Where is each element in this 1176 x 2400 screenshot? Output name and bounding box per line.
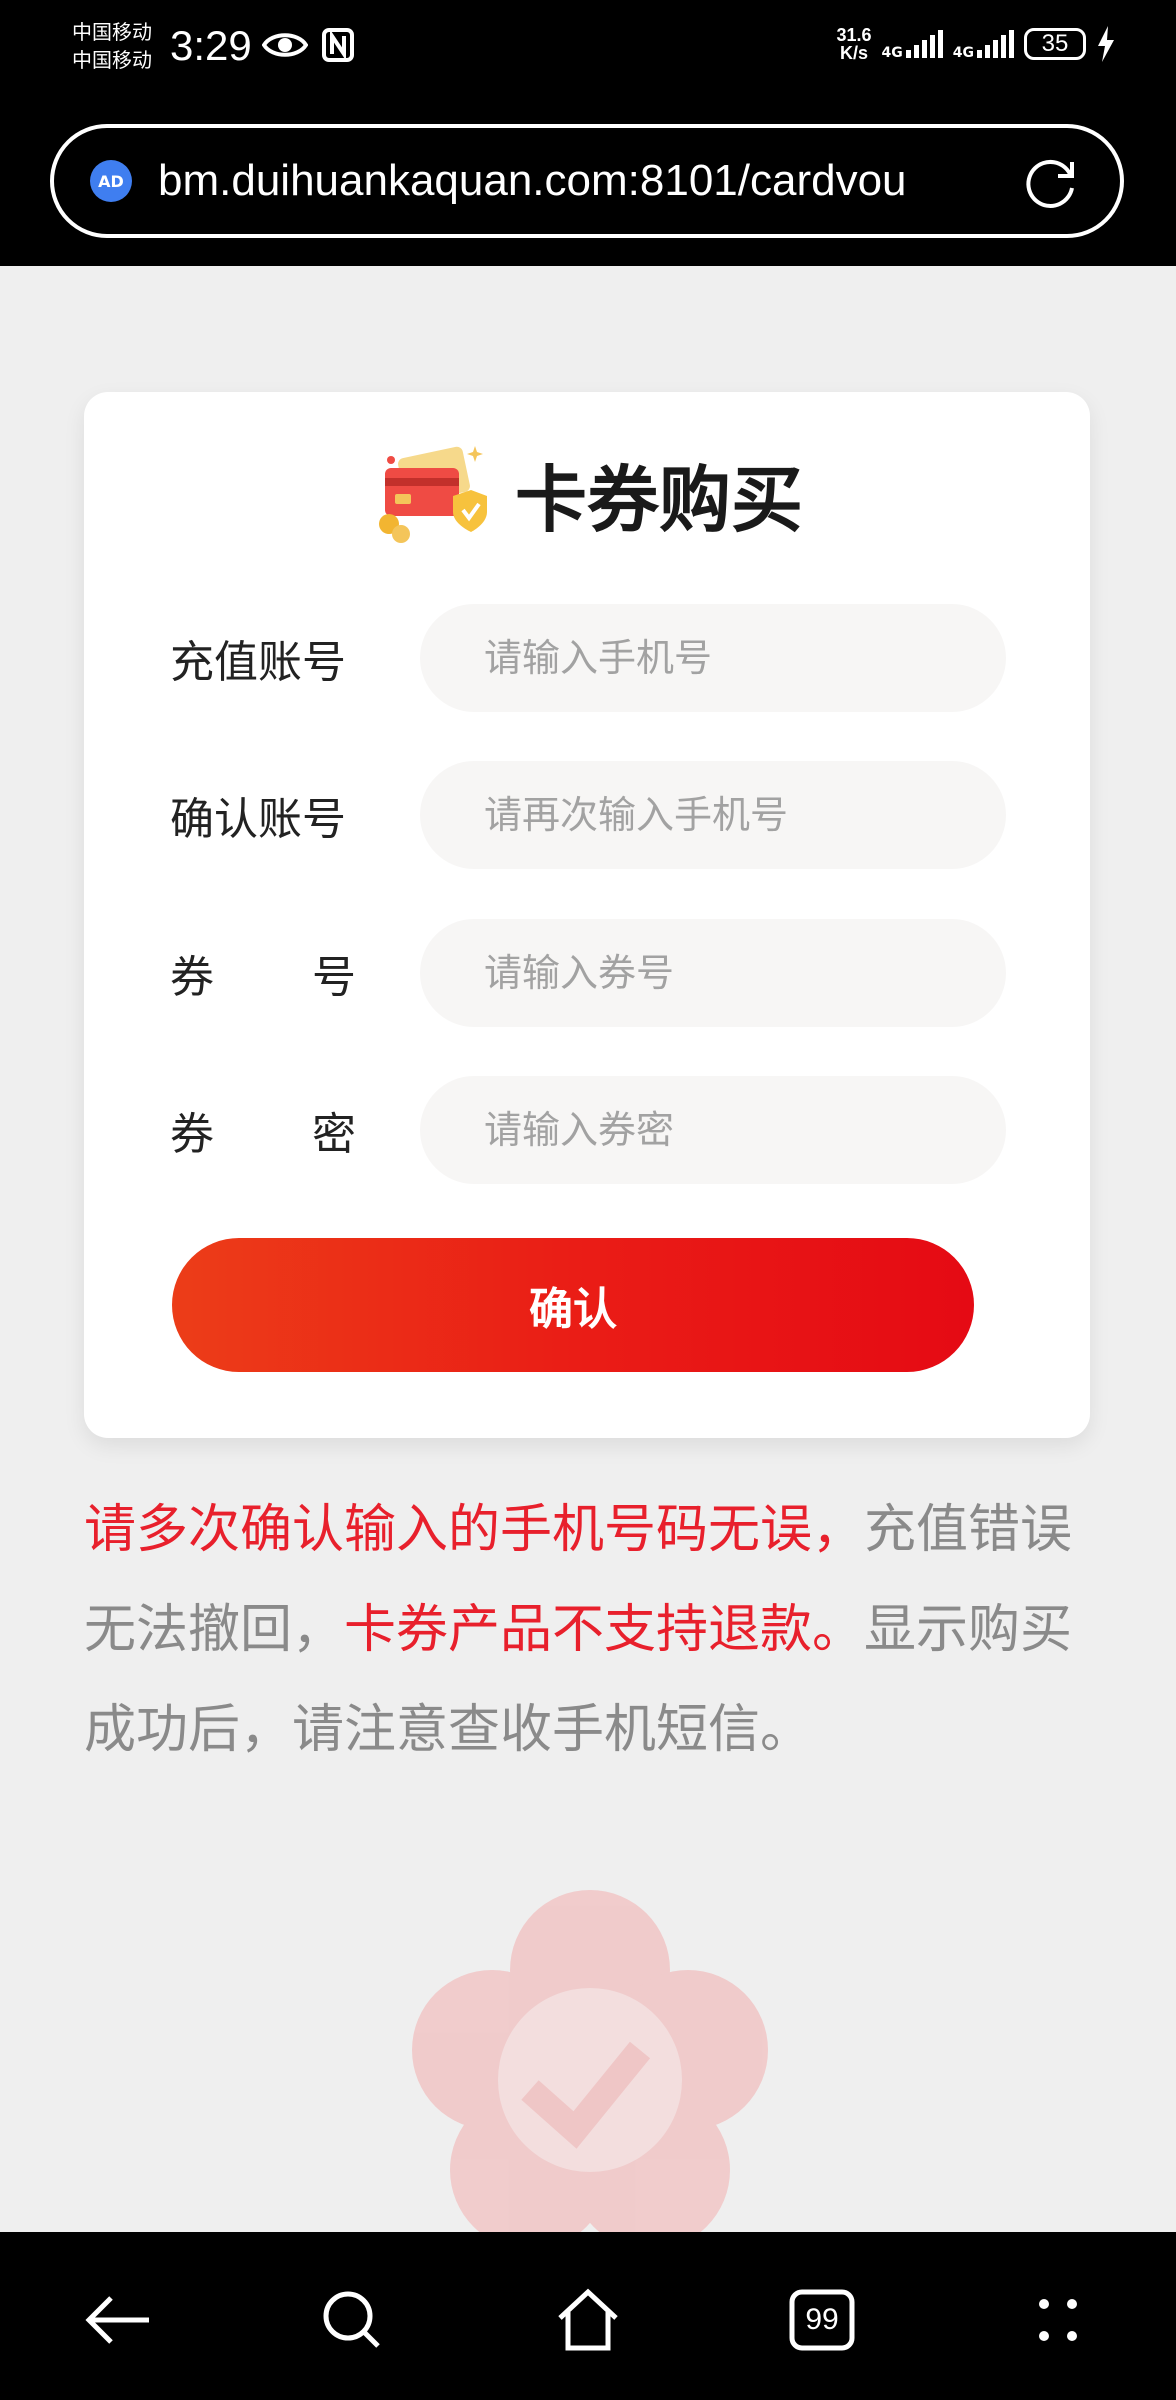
home-icon	[558, 2288, 618, 2351]
watermark-logo	[412, 1890, 768, 2232]
signal-icon	[977, 30, 1014, 58]
form-row-coupon-number: 券 号	[170, 919, 1010, 1027]
carrier-info: 中国移动 中国移动	[72, 18, 152, 74]
confirm-account-label: 确认账号	[170, 794, 346, 845]
search-icon	[323, 2291, 380, 2348]
card-header: 卡券购买	[84, 438, 1090, 548]
coupon-password-input[interactable]	[420, 1076, 1006, 1184]
notice-text: 请多次确认输入的手机号码无误，充值错误无法撤回，卡券产品不支持退款。显示购买成功…	[84, 1480, 1074, 1780]
carrier-1: 中国移动	[72, 20, 152, 44]
network-speed-value: 31.6	[836, 25, 872, 45]
coupon-password-label-b: 密	[312, 1109, 356, 1160]
coupon-number-label-a: 券	[170, 952, 214, 1003]
nfc-icon	[322, 28, 354, 62]
notice-warning-phone: 请多次确认输入的手机号码无误，	[84, 1500, 865, 1560]
more-dots-icon	[1039, 2299, 1077, 2341]
form-row-recharge-account: 充值账号	[170, 604, 1010, 712]
carrier-2: 中国移动	[72, 48, 152, 72]
signal-icon	[905, 30, 943, 58]
coupon-number-label: 券 号	[170, 941, 356, 1005]
back-arrow-icon	[85, 2296, 149, 2344]
network-type-1: 4G	[881, 45, 903, 61]
recharge-account-label: 充值账号	[170, 637, 346, 688]
url-text[interactable]: bm.duihuankaquan.com:8101/cardvou	[158, 156, 1038, 206]
confirm-phone-input[interactable]	[420, 761, 1006, 869]
form-row-coupon-password: 券 密	[170, 1076, 1010, 1184]
back-button[interactable]	[78, 2280, 158, 2360]
network-speed-unit: K/s	[840, 43, 869, 63]
card-coupon-icon	[378, 446, 487, 543]
network-speed: 31.6 K/s	[836, 26, 871, 62]
search-button[interactable]	[312, 2280, 392, 2360]
browser-toolbar: AD bm.duihuankaquan.com:8101/cardvou	[0, 100, 1176, 266]
home-button[interactable]	[548, 2280, 628, 2360]
coupon-number-input[interactable]	[420, 919, 1006, 1027]
bottom-navigation: 99	[0, 2232, 1176, 2400]
clock: 3:29	[170, 22, 252, 69]
charging-icon	[1098, 26, 1114, 62]
reload-icon[interactable]	[1022, 154, 1080, 212]
eye-icon	[262, 33, 308, 57]
purchase-card: 卡券购买 充值账号 确认账号 券 号 券 密 确认	[84, 392, 1090, 1438]
network-type-2: 4G	[952, 45, 974, 61]
page-title: 卡券购买	[514, 457, 803, 542]
confirm-button[interactable]: 确认	[172, 1238, 974, 1372]
phone-input[interactable]	[420, 604, 1006, 712]
tabs-count: 99	[805, 2303, 839, 2336]
ad-block-icon[interactable]: AD	[90, 160, 132, 202]
form-row-confirm-account: 确认账号	[170, 761, 1010, 869]
status-bar: 中国移动 中国移动 3:29 31.6 K/s 4G 4G 35	[0, 0, 1176, 100]
tabs-button[interactable]: 99	[782, 2280, 862, 2360]
battery-indicator: 35	[1024, 28, 1086, 60]
notice-no-refund: 卡券产品不支持退款。	[344, 1600, 865, 1660]
coupon-password-label-a: 券	[170, 1109, 214, 1160]
coupon-number-label-b: 号	[312, 952, 356, 1003]
address-bar[interactable]: AD bm.duihuankaquan.com:8101/cardvou	[50, 124, 1124, 238]
menu-button[interactable]	[1018, 2280, 1098, 2360]
coupon-password-label: 券 密	[170, 1098, 356, 1162]
